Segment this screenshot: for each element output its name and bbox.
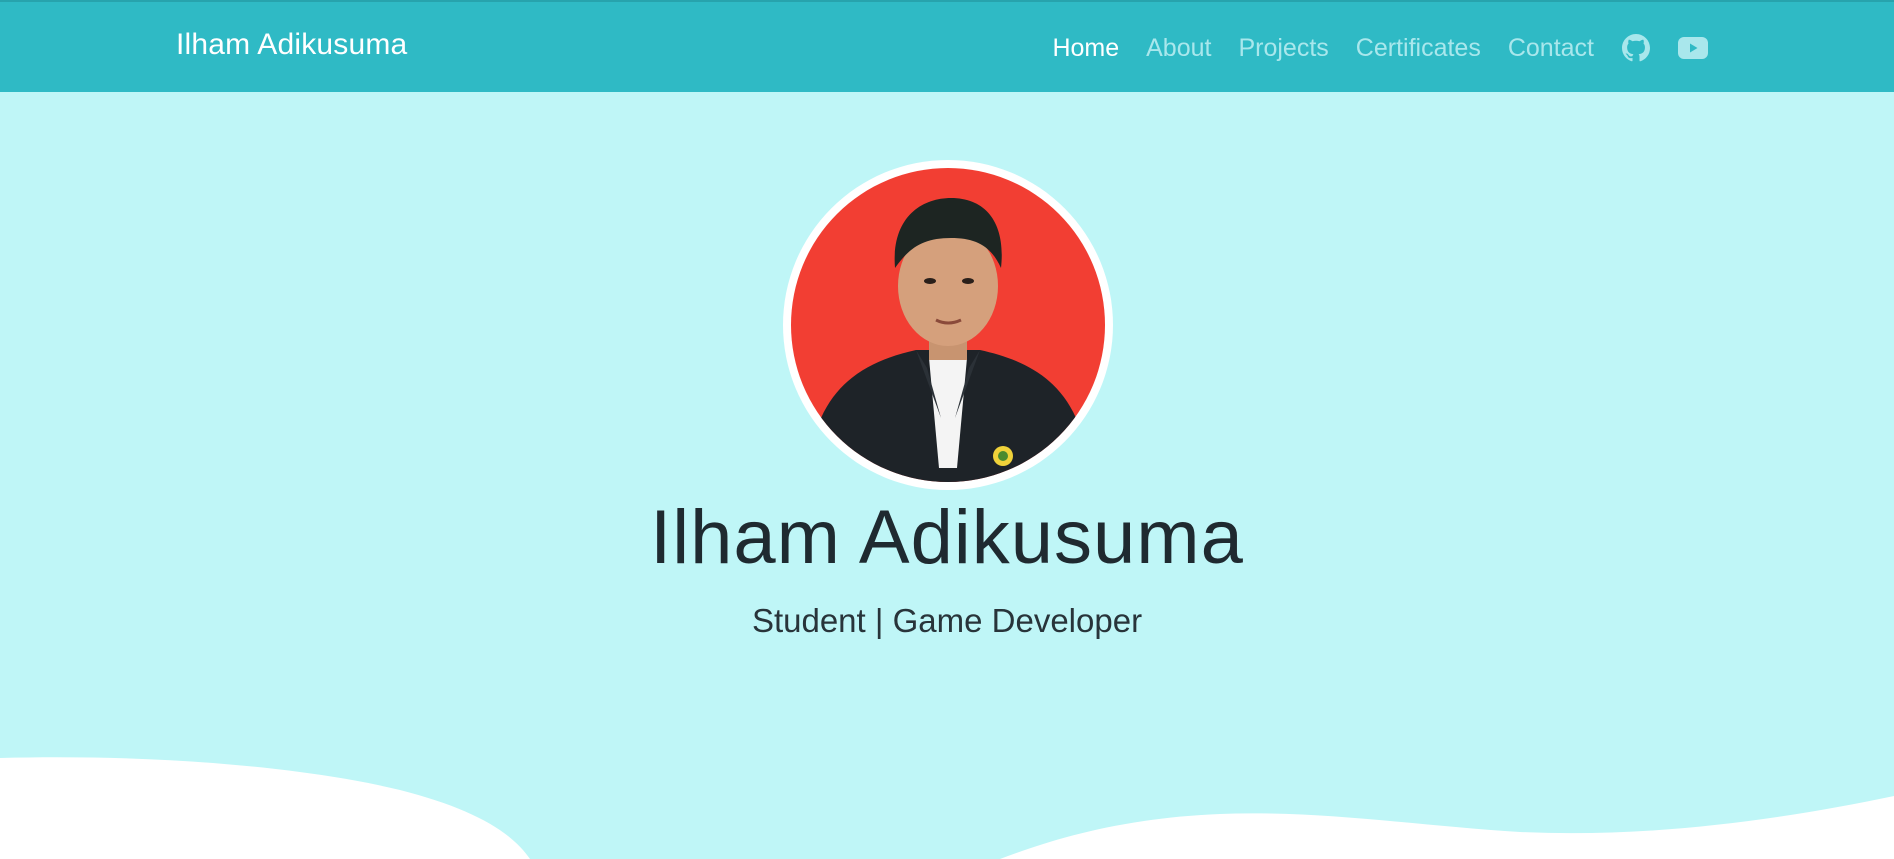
avatar-frame bbox=[783, 160, 1113, 490]
youtube-icon[interactable] bbox=[1678, 33, 1708, 63]
navbar: Ilham Adikusuma Home About Projects Cert… bbox=[0, 0, 1894, 92]
nav-link-about[interactable]: About bbox=[1146, 34, 1211, 63]
nav-link-contact[interactable]: Contact bbox=[1508, 34, 1594, 63]
hero-name: Ilham Adikusuma bbox=[650, 495, 1244, 580]
github-icon[interactable] bbox=[1621, 33, 1651, 63]
hero-tagline: Student | Game Developer bbox=[751, 602, 1143, 639]
page: Ilham Adikusuma Home About Projects Cert… bbox=[0, 0, 1894, 859]
nav-link-certificates[interactable]: Certificates bbox=[1356, 34, 1481, 63]
brand-link[interactable]: Ilham Adikusuma bbox=[176, 28, 407, 62]
wave-divider bbox=[0, 757, 1894, 859]
nav-link-projects[interactable]: Projects bbox=[1238, 34, 1328, 63]
nav-link-home[interactable]: Home bbox=[1052, 34, 1119, 63]
nav-menu: Home About Projects Certificates Contact bbox=[1025, 2, 1708, 94]
profile-photo bbox=[791, 168, 1105, 482]
